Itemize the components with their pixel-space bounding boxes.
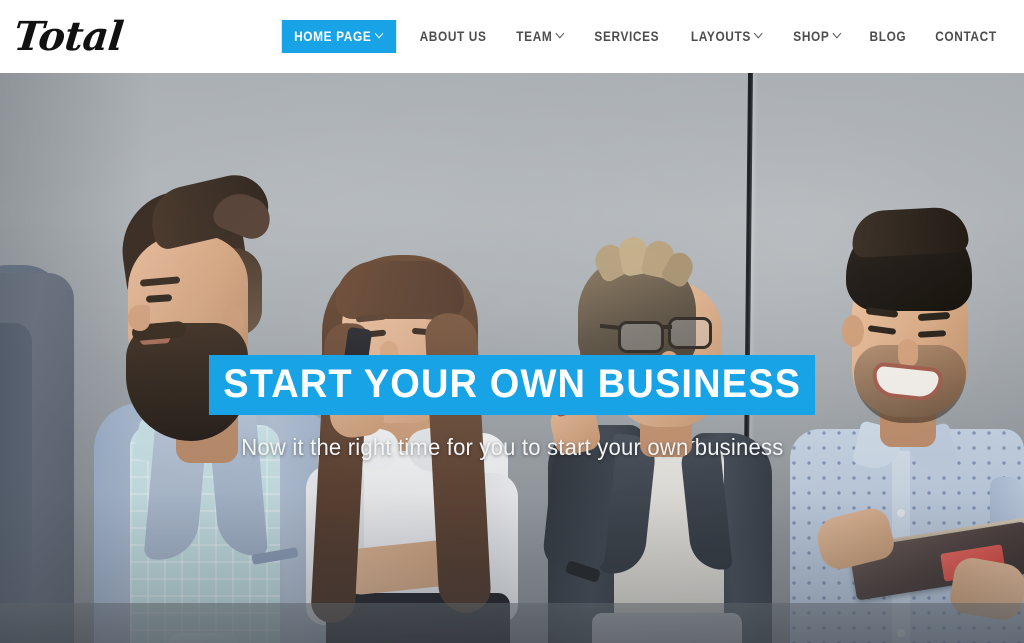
nav-item-about-us[interactable]: ABOUT US xyxy=(410,20,496,53)
nav-item-services[interactable]: SERVICES xyxy=(585,20,669,53)
eyeglasses-lens-left xyxy=(618,321,664,353)
chevron-down-icon xyxy=(376,30,384,39)
eyeglasses-lens-right xyxy=(668,317,712,349)
site-logo[interactable]: Total xyxy=(12,13,126,60)
nav-label-about-us: ABOUT US xyxy=(419,29,487,44)
nav-item-blog[interactable]: BLOG xyxy=(860,20,916,53)
nav-label-contact: CONTACT xyxy=(935,29,997,44)
nav-label-services: SERVICES xyxy=(594,29,660,44)
main-navigation: HOME PAGE ABOUT US TEAM SERVICES LAYOUTS… xyxy=(274,0,1012,73)
person-tablet-man-ear xyxy=(842,315,864,347)
eyeglasses-bridge xyxy=(662,325,672,329)
chevron-down-icon xyxy=(755,30,763,39)
nav-label-blog: BLOG xyxy=(869,29,907,44)
person-woman-phone-nose xyxy=(380,341,398,367)
person-bearded-man-nose xyxy=(128,305,150,331)
wall-shadow-bottom xyxy=(0,493,1024,643)
nav-label-layouts: LAYOUTS xyxy=(690,29,751,44)
nav-item-home-page[interactable]: HOME PAGE xyxy=(282,20,397,53)
nav-item-layouts[interactable]: LAYOUTS xyxy=(681,20,773,53)
nav-item-shop[interactable]: SHOP xyxy=(784,20,852,53)
hero-photo xyxy=(0,73,1024,643)
nav-label-shop: SHOP xyxy=(793,29,830,44)
person-tablet-man-nose xyxy=(898,339,918,367)
nav-label-home-page: HOME PAGE xyxy=(294,29,372,44)
chevron-down-icon xyxy=(557,30,565,39)
chevron-down-icon xyxy=(834,30,842,39)
person-short-hair-nose xyxy=(660,351,678,375)
person-tablet-man-fringe xyxy=(850,205,970,259)
person-woman-phone-bangs xyxy=(336,261,464,319)
nav-label-team: TEAM xyxy=(516,29,553,44)
hero-banner: START YOUR OWN BUSINESS Now it the right… xyxy=(0,73,1024,643)
site-header: Total HOME PAGE ABOUT US TEAM SERVICES L… xyxy=(0,0,1024,73)
nav-item-team[interactable]: TEAM xyxy=(507,20,575,53)
nav-item-contact[interactable]: CONTACT xyxy=(926,20,1007,53)
